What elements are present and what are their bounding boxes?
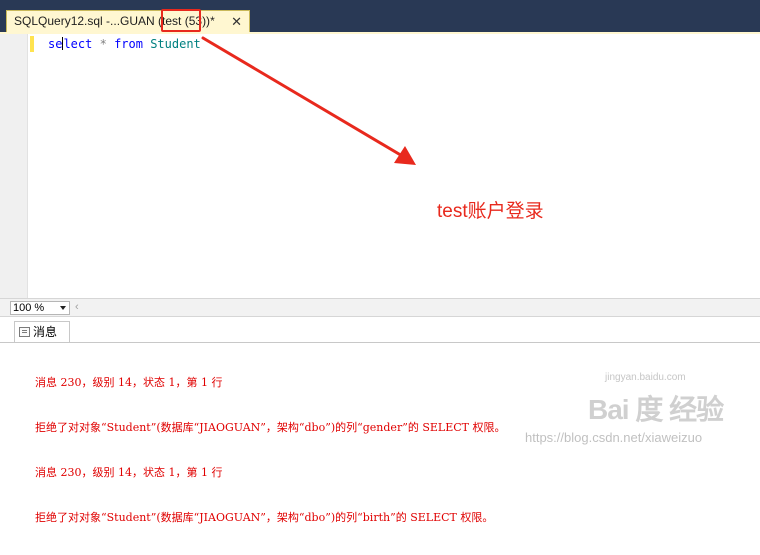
zoom-bar: 100 % ‹ bbox=[0, 298, 760, 317]
query-document-tab[interactable]: SQLQuery12.sql -...GUAN (test (53))* ✕ bbox=[6, 10, 250, 32]
keyword-select-end: lect bbox=[63, 37, 93, 51]
tab-messages-label: 消息 bbox=[33, 325, 58, 339]
tab-title-prefix: SQLQuery12.sql -...GUAN bbox=[14, 14, 159, 28]
message-icon bbox=[19, 327, 30, 337]
document-tab-strip: SQLQuery12.sql -...GUAN (test (53))* ✕ bbox=[0, 0, 760, 34]
editor-gutter bbox=[0, 34, 28, 298]
annotation-text: test账户登录 bbox=[437, 201, 544, 222]
message-line: 消息 230，级别 14，状态 1，第 1 行 bbox=[35, 376, 223, 389]
code-line-1[interactable]: select * from Student bbox=[48, 36, 201, 52]
watermark-url: https://blog.csdn.net/xiaweizuo bbox=[525, 430, 703, 445]
messages-list[interactable]: 消息 230，级别 14，状态 1，第 1 行 拒绝了对对象“Student”(… bbox=[35, 345, 505, 555]
tab-title-dirty-marker: * bbox=[210, 14, 215, 28]
keyword-from: from bbox=[114, 37, 143, 51]
results-divider bbox=[0, 342, 760, 343]
table-name: Student bbox=[150, 37, 201, 51]
watermark-logo: Bai 度 经验 bbox=[588, 394, 724, 425]
highlight-box bbox=[161, 9, 201, 32]
close-tab-icon[interactable]: ✕ bbox=[231, 11, 242, 32]
message-line: 拒绝了对对象“Student”(数据库“JIAOGUAN”，架构“dbo”)的列… bbox=[35, 511, 494, 524]
change-marker bbox=[30, 36, 34, 52]
message-line: 拒绝了对对象“Student”(数据库“JIAOGUAN”，架构“dbo”)的列… bbox=[35, 421, 506, 434]
tab-messages[interactable]: 消息 bbox=[14, 321, 70, 343]
chevron-down-icon bbox=[60, 306, 66, 310]
scroll-left-icon[interactable]: ‹ bbox=[75, 301, 79, 313]
message-line: 消息 230，级别 14，状态 1，第 1 行 bbox=[35, 466, 223, 479]
watermark-site: jingyan.baidu.com bbox=[605, 372, 686, 383]
zoom-dropdown[interactable]: 100 % bbox=[10, 301, 70, 315]
keyword-select-start: se bbox=[48, 37, 63, 51]
operator-star: * bbox=[99, 37, 107, 51]
sql-editor[interactable]: select * from Student test账户登录 bbox=[0, 34, 760, 298]
zoom-value: 100 % bbox=[13, 302, 45, 314]
